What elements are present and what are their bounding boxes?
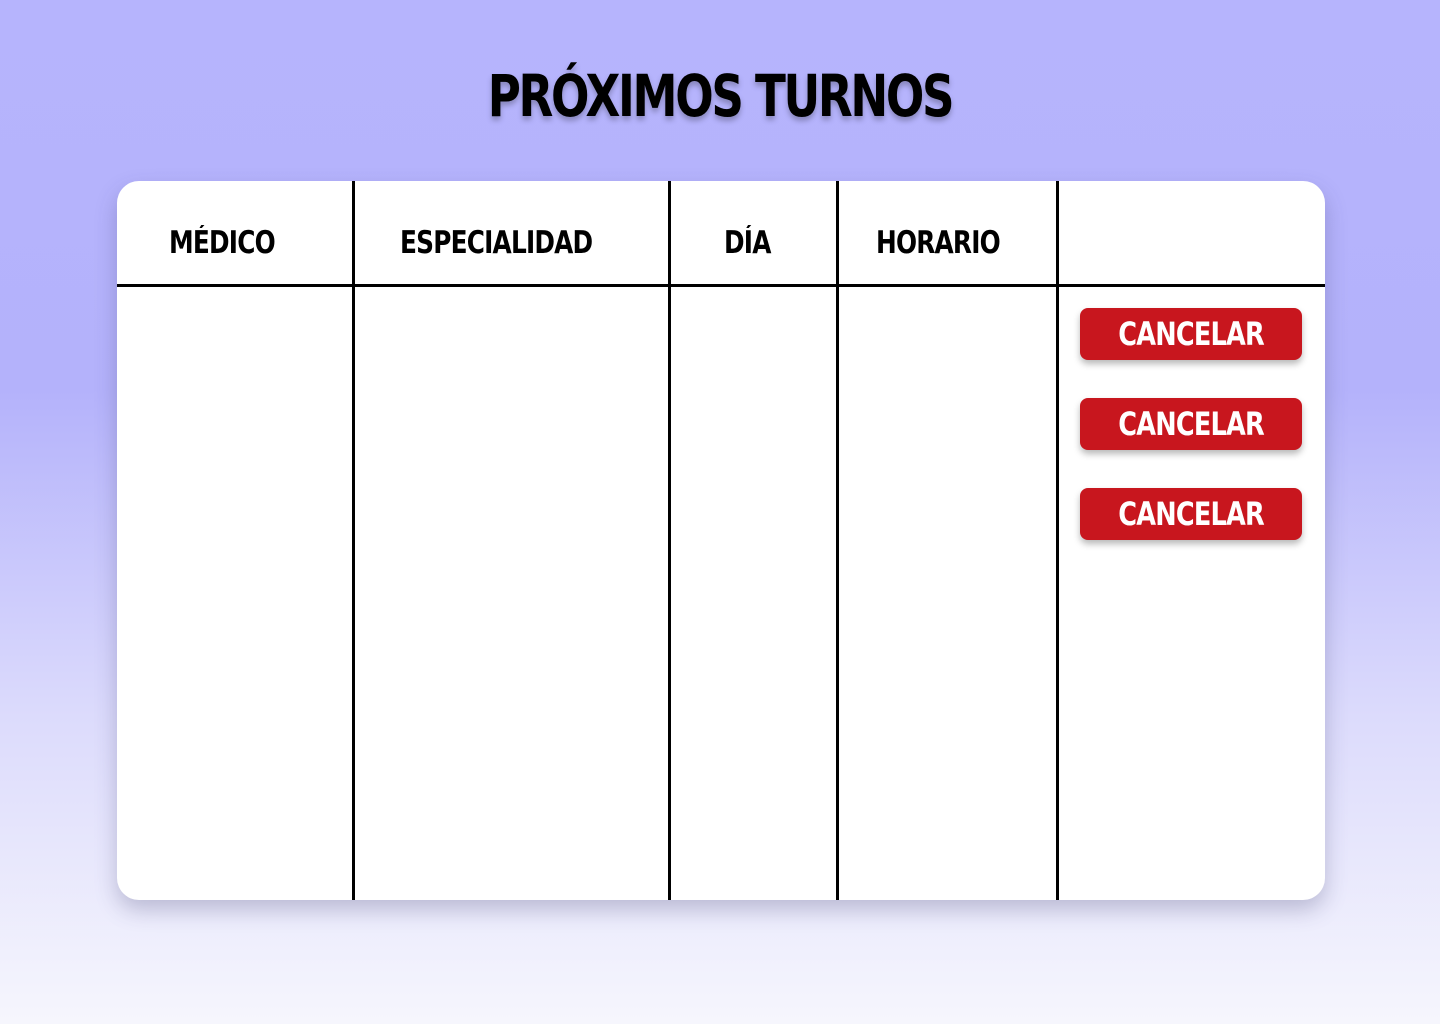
column-header-dia: DÍA — [724, 225, 771, 261]
cancel-button-label: CANCELAR — [1118, 405, 1265, 443]
appointments-table: MÉDICO ESPECIALIDAD DÍA HORARIO CANCELAR… — [117, 181, 1325, 900]
cancel-button[interactable]: CANCELAR — [1080, 308, 1302, 360]
cancel-button[interactable]: CANCELAR — [1080, 398, 1302, 450]
cancel-button[interactable]: CANCELAR — [1080, 488, 1302, 540]
column-divider — [352, 181, 355, 900]
column-divider — [668, 181, 671, 900]
column-header-horario: HORARIO — [876, 225, 1001, 261]
cancel-button-label: CANCELAR — [1118, 315, 1265, 353]
page-title: PRÓXIMOS TURNOS — [487, 62, 955, 130]
column-divider — [836, 181, 839, 900]
cancel-button-label: CANCELAR — [1118, 495, 1265, 533]
column-header-medico: MÉDICO — [169, 225, 276, 261]
column-divider — [1056, 181, 1059, 900]
header-divider — [117, 284, 1325, 287]
column-header-especialidad: ESPECIALIDAD — [400, 225, 593, 261]
